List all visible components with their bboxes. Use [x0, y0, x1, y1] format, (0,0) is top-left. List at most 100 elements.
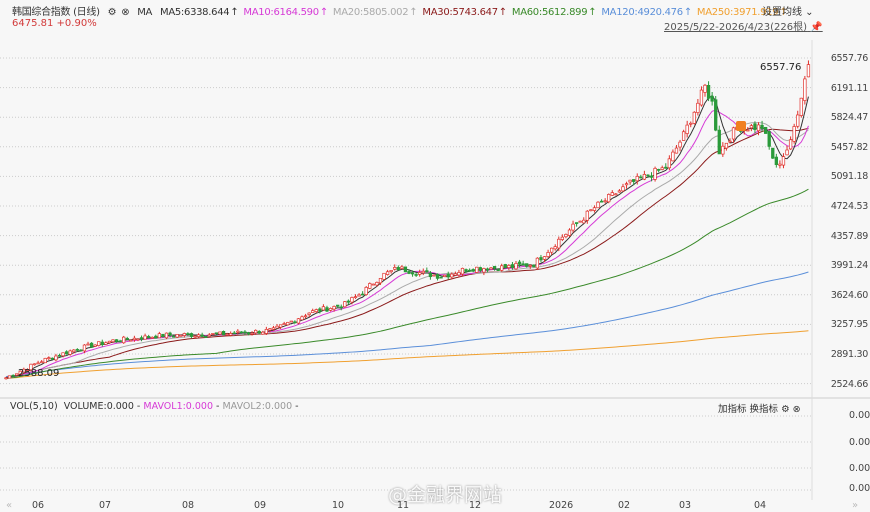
candle — [510, 264, 515, 268]
candle — [264, 329, 268, 334]
candle — [336, 304, 340, 307]
ma5-line — [5, 94, 809, 379]
candle — [653, 167, 657, 180]
candle — [164, 332, 169, 339]
candle — [293, 321, 297, 324]
candle — [603, 200, 607, 203]
candle — [460, 267, 465, 275]
candle — [696, 102, 700, 113]
candle — [375, 281, 379, 286]
candle — [803, 78, 807, 101]
candle — [806, 64, 811, 78]
candle — [450, 273, 454, 278]
candle — [664, 166, 668, 169]
candle — [667, 158, 671, 169]
candle — [475, 266, 479, 273]
candle — [107, 340, 112, 344]
candle — [168, 332, 172, 336]
candle — [535, 257, 540, 269]
candle — [617, 190, 622, 193]
candle — [364, 286, 368, 295]
candle — [114, 339, 119, 342]
candle — [678, 141, 682, 148]
candle — [246, 332, 251, 335]
candle — [47, 357, 51, 360]
low-label: 2588.09 — [18, 368, 59, 379]
candle — [257, 330, 261, 334]
ma10-line — [5, 109, 809, 379]
candle — [592, 207, 597, 211]
candle — [314, 309, 318, 313]
candle — [368, 283, 372, 289]
candle — [500, 265, 504, 271]
x-tick-label: 08 — [182, 500, 195, 511]
candle — [389, 270, 393, 273]
candle — [200, 334, 204, 337]
candle — [778, 163, 782, 166]
candle — [271, 327, 276, 330]
ma250-line — [5, 330, 809, 379]
candle — [332, 305, 336, 310]
candle — [303, 315, 308, 318]
candle — [193, 335, 197, 338]
candle — [396, 267, 400, 271]
candle — [692, 111, 696, 124]
candle — [289, 320, 293, 323]
candle — [457, 272, 461, 276]
candle — [721, 145, 725, 155]
x-tick-label: 06 — [32, 500, 45, 511]
candle — [97, 341, 101, 346]
candle — [89, 342, 94, 348]
candle — [557, 238, 561, 249]
candle — [382, 272, 386, 280]
candle — [574, 222, 579, 224]
kline-chart[interactable]: 6557.76 2588.09 — [0, 0, 870, 512]
candle — [161, 333, 165, 338]
candle — [717, 129, 721, 155]
candle — [400, 266, 404, 269]
candle — [157, 333, 162, 339]
candle — [221, 331, 226, 336]
candle — [353, 296, 358, 298]
candle — [632, 179, 636, 182]
candle — [250, 332, 254, 335]
candle — [642, 174, 647, 180]
candle — [671, 151, 675, 162]
candle — [514, 263, 518, 270]
candle — [753, 123, 757, 130]
x-tick-label: 2026 — [549, 500, 574, 511]
candle — [550, 247, 554, 253]
event-marker — [736, 121, 746, 131]
candle — [43, 357, 47, 364]
candle — [710, 95, 714, 102]
candle — [492, 265, 497, 269]
candle — [4, 377, 8, 380]
candle — [50, 357, 55, 360]
candle — [243, 331, 247, 334]
candle — [464, 269, 468, 272]
candle — [175, 333, 179, 338]
candle — [564, 234, 568, 238]
candle — [517, 261, 522, 265]
candle — [68, 350, 72, 355]
candle — [343, 301, 347, 308]
candle — [567, 229, 572, 236]
candle — [136, 338, 140, 341]
candle — [32, 363, 37, 366]
y-tick-label: 6191.11 — [830, 82, 868, 94]
candle — [596, 201, 600, 209]
candle — [393, 267, 397, 270]
candle — [278, 324, 283, 328]
candle — [560, 236, 565, 240]
x-tick-label: 12 — [469, 500, 482, 511]
candle — [525, 263, 529, 267]
candle — [571, 223, 575, 231]
candle — [585, 210, 589, 221]
x-tick-label: 03 — [679, 500, 692, 511]
candle — [86, 343, 90, 346]
candle — [268, 328, 272, 331]
candle — [539, 257, 543, 261]
candle — [104, 342, 108, 345]
candle — [357, 294, 361, 297]
candle — [79, 349, 83, 352]
